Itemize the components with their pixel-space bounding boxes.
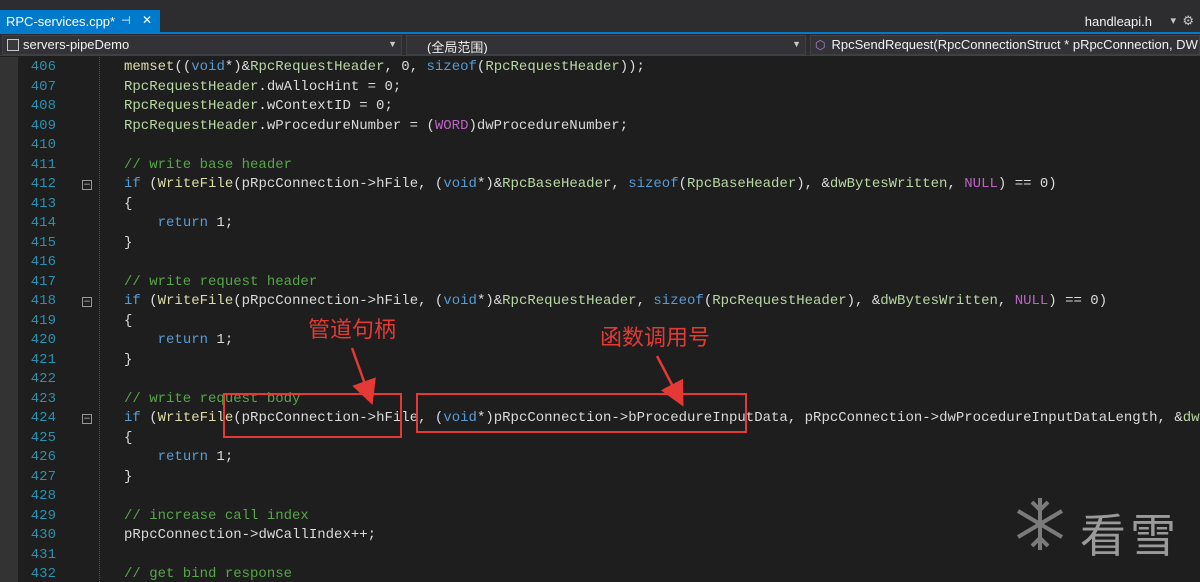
pipe-handle-arrow — [350, 347, 376, 406]
snowflake-icon — [1016, 498, 1064, 550]
watermark-text: 看雪 — [1080, 509, 1180, 563]
function-number-arrow — [655, 355, 684, 407]
